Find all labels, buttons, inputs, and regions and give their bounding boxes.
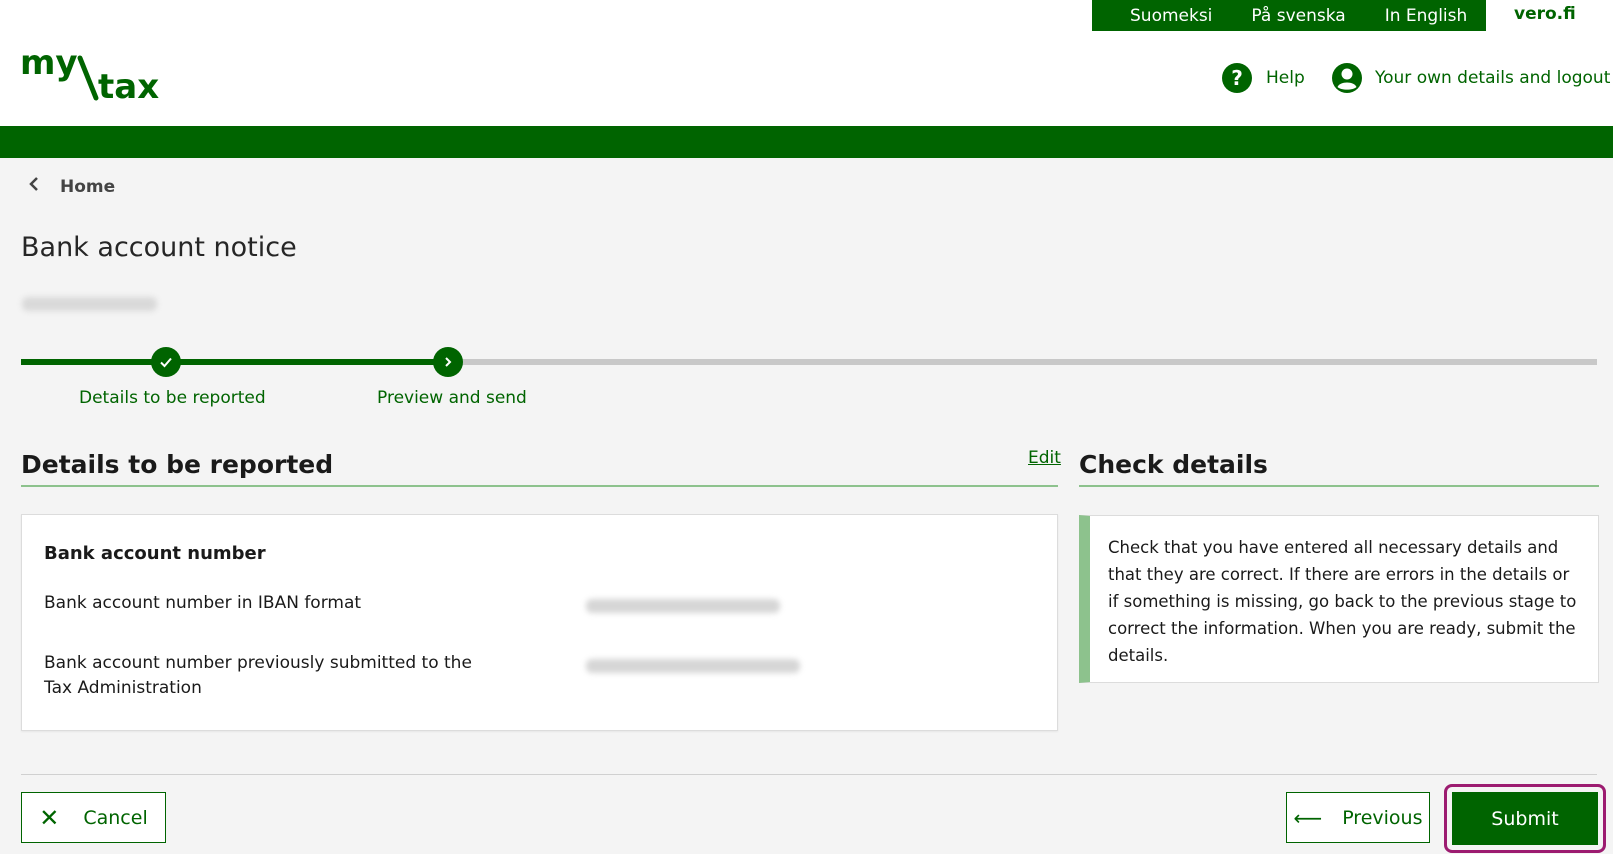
check-info-box: Check that you have entered all necessar… (1079, 515, 1599, 683)
help-label: Help (1266, 68, 1305, 88)
language-bar: Suomeksi På svenska In English (1092, 0, 1486, 31)
redacted-previous-account-value (586, 659, 800, 673)
edit-link[interactable]: Edit (1028, 448, 1061, 468)
lang-link-swedish[interactable]: På svenska (1251, 6, 1345, 26)
account-label: Your own details and logout (1375, 68, 1611, 88)
svg-text:tax: tax (98, 67, 159, 107)
step-1-dot (151, 347, 181, 377)
card-heading: Bank account number (44, 543, 266, 564)
svg-text:?: ? (1231, 66, 1243, 90)
chevron-left-icon (28, 176, 40, 197)
previous-button[interactable]: ⟵ Previous (1286, 792, 1430, 843)
step-2-dot (433, 347, 463, 377)
previous-account-label: Bank account number previously submitted… (44, 653, 472, 698)
details-section-title: Details to be reported (21, 450, 334, 479)
breadcrumb-home[interactable]: Home (60, 177, 115, 197)
user-icon (1332, 63, 1362, 93)
check-section-divider (1079, 485, 1599, 487)
help-icon: ? (1222, 63, 1252, 93)
cancel-button[interactable]: ✕ Cancel (21, 792, 166, 843)
help-link[interactable]: ? Help (1221, 62, 1305, 94)
account-logout-link[interactable]: Your own details and logout (1331, 62, 1610, 94)
lang-link-finnish[interactable]: Suomeksi (1130, 6, 1212, 26)
check-section-title: Check details (1079, 450, 1268, 479)
cancel-label: Cancel (83, 806, 148, 829)
redacted-customer-name (22, 297, 157, 311)
breadcrumb[interactable]: Home (28, 176, 115, 197)
arrow-left-icon: ⟵ (1293, 805, 1323, 830)
footer-divider (21, 774, 1597, 775)
step-2-label: Preview and send (377, 388, 527, 408)
mytax-logo[interactable]: my tax (20, 48, 170, 108)
stepper-track-progress (21, 359, 455, 365)
details-card: Bank account number Bank account number … (21, 514, 1058, 731)
vero-fi-link[interactable]: vero.fi (1514, 4, 1576, 24)
site-header: Suomeksi På svenska In English vero.fi m… (0, 0, 1613, 126)
header-band (0, 126, 1613, 158)
check-info-text: Check that you have entered all necessar… (1108, 538, 1577, 665)
svg-text:my: my (20, 48, 78, 83)
chevron-right-icon (445, 357, 452, 367)
submit-button[interactable]: Submit (1452, 792, 1598, 845)
previous-label: Previous (1342, 806, 1423, 829)
page-title: Bank account notice (21, 232, 297, 263)
progress-stepper: Details to be reported Preview and send (21, 347, 1597, 410)
close-icon: ✕ (39, 803, 60, 832)
redacted-iban-value (586, 599, 780, 613)
details-section-divider (21, 485, 1058, 487)
iban-label: Bank account number in IBAN format (44, 593, 362, 613)
lang-link-english[interactable]: In English (1385, 6, 1468, 26)
check-icon (160, 357, 172, 368)
step-1-label: Details to be reported (79, 388, 266, 408)
